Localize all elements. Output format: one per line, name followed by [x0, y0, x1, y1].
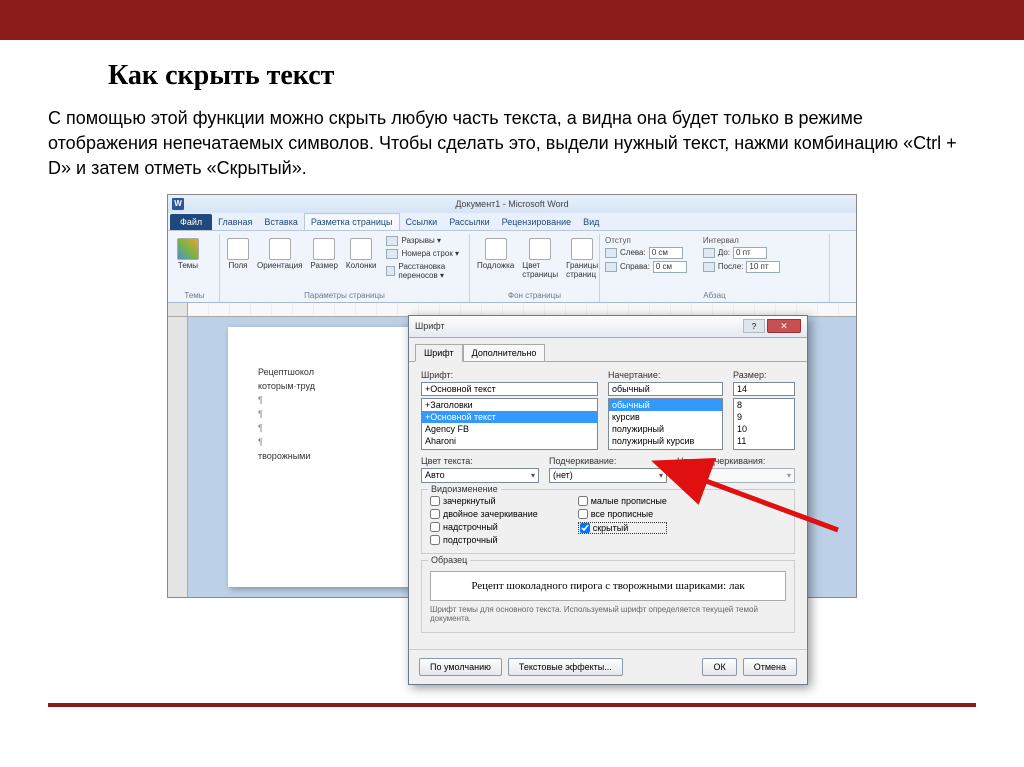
hidden-checkbox[interactable]: скрытый	[578, 522, 667, 534]
subscript-checkbox[interactable]: подстрочный	[430, 535, 538, 545]
orientation-button[interactable]: Ориентация	[255, 236, 304, 272]
size-button[interactable]: Размер	[308, 236, 340, 272]
font-color-label: Цвет текста:	[421, 456, 539, 466]
font-listbox[interactable]: +Заголовки +Основной текст Agency FB Aha…	[421, 398, 598, 450]
all-caps-checkbox[interactable]: все прописные	[578, 509, 667, 519]
ribbon-body: Темы Темы Поля Ориентация Размер Колонки…	[168, 231, 856, 303]
preview-box: Рецепт шоколадного пирога с творожными ш…	[430, 571, 786, 601]
tab-insert[interactable]: Вставка	[258, 214, 303, 230]
page-setup-group-label: Параметры страницы	[225, 289, 464, 300]
effects-legend: Видоизменение	[428, 484, 501, 494]
font-color-dropdown[interactable]: Авто	[421, 468, 539, 483]
spacing-label: Интервал	[703, 236, 781, 245]
spacing-after-icon	[703, 262, 715, 272]
word-window-title: Документ1 - Microsoft Word	[455, 199, 568, 209]
margins-button[interactable]: Поля	[225, 236, 251, 272]
tab-references[interactable]: Ссылки	[400, 214, 444, 230]
dialog-help-button[interactable]: ?	[743, 319, 765, 333]
dialog-tab-font[interactable]: Шрифт	[415, 344, 463, 362]
line-numbers-button[interactable]: Номера строк ▾	[386, 249, 464, 259]
small-caps-checkbox[interactable]: малые прописные	[578, 496, 667, 506]
font-input[interactable]: +Основной текст	[421, 382, 598, 396]
columns-button[interactable]: Колонки	[344, 236, 379, 272]
page-bg-group-label: Фон страницы	[475, 289, 594, 300]
size-listbox[interactable]: 8 9 10 11 12 14	[733, 398, 795, 450]
text-effects-button[interactable]: Текстовые эффекты...	[508, 658, 623, 676]
margins-icon	[227, 238, 249, 260]
size-icon	[313, 238, 335, 260]
breaks-icon	[386, 236, 398, 246]
dialog-titlebar[interactable]: Шрифт ? ✕	[409, 316, 807, 338]
spacing-before-icon	[703, 248, 715, 258]
paragraph-group-label: Абзац	[605, 289, 824, 300]
page-color-icon	[529, 238, 551, 260]
slide-top-bar	[0, 0, 1024, 40]
size-input[interactable]: 14	[733, 382, 795, 396]
indent-label: Отступ	[605, 236, 687, 245]
font-dialog: Шрифт ? ✕ Шрифт Дополнительно Шрифт: +Ос…	[408, 315, 808, 685]
page-color-button[interactable]: Цвет страницы	[520, 236, 560, 281]
word-screenshot: W Документ1 - Microsoft Word Файл Главна…	[167, 194, 857, 598]
ok-button[interactable]: ОК	[702, 658, 736, 676]
dialog-title-text: Шрифт	[415, 321, 445, 331]
indent-left-icon	[605, 248, 617, 258]
double-strike-checkbox[interactable]: двойное зачеркивание	[430, 509, 538, 519]
tab-file[interactable]: Файл	[170, 214, 212, 230]
themes-group-label: Темы	[175, 289, 214, 300]
size-label: Размер:	[733, 370, 795, 380]
indent-left-input[interactable]: 0 см	[649, 247, 683, 259]
set-default-button[interactable]: По умолчанию	[419, 658, 502, 676]
line-numbers-icon	[386, 249, 398, 259]
underline-label: Подчеркивание:	[549, 456, 667, 466]
indent-right-icon	[605, 262, 617, 272]
word-titlebar: W Документ1 - Microsoft Word	[168, 195, 856, 213]
spacing-after-input[interactable]: 10 пт	[746, 261, 780, 273]
hyphenation-icon	[386, 266, 395, 276]
orientation-icon	[269, 238, 291, 260]
strike-checkbox[interactable]: зачеркнутый	[430, 496, 538, 506]
style-input[interactable]: обычный	[608, 382, 723, 396]
ribbon-tabs: Файл Главная Вставка Разметка страницы С…	[168, 213, 856, 231]
slide-bottom-bar	[48, 703, 976, 707]
slide-title: Как скрыть текст	[48, 60, 976, 92]
tab-home[interactable]: Главная	[212, 214, 258, 230]
preview-legend: Образец	[428, 555, 470, 565]
watermark-icon	[485, 238, 507, 260]
themes-icon	[177, 238, 199, 260]
breaks-button[interactable]: Разрывы ▾	[386, 236, 464, 246]
tab-page-layout[interactable]: Разметка страницы	[304, 213, 400, 230]
underline-color-dropdown[interactable]: Авто	[677, 468, 795, 483]
cancel-button[interactable]: Отмена	[743, 658, 797, 676]
preview-note: Шрифт темы для основного текста. Использ…	[430, 605, 786, 624]
ruler-vertical	[168, 317, 188, 597]
indent-right-input[interactable]: 0 см	[653, 261, 687, 273]
page-borders-icon	[571, 238, 593, 260]
themes-button[interactable]: Темы	[175, 236, 201, 272]
tab-review[interactable]: Рецензирование	[496, 214, 578, 230]
superscript-checkbox[interactable]: надстрочный	[430, 522, 538, 532]
dialog-tab-advanced[interactable]: Дополнительно	[463, 344, 546, 362]
underline-dropdown[interactable]: (нет)	[549, 468, 667, 483]
dialog-close-button[interactable]: ✕	[767, 319, 801, 333]
word-app-icon: W	[172, 198, 184, 210]
page-borders-button[interactable]: Границы страниц	[564, 236, 600, 281]
watermark-button[interactable]: Подложка	[475, 236, 516, 272]
style-label: Начертание:	[608, 370, 723, 380]
columns-icon	[350, 238, 372, 260]
style-listbox[interactable]: обычный курсив полужирный полужирный кур…	[608, 398, 723, 450]
tab-mailings[interactable]: Рассылки	[443, 214, 495, 230]
font-label: Шрифт:	[421, 370, 598, 380]
tab-view[interactable]: Вид	[577, 214, 605, 230]
underline-color-label: Цвет подчеркивания:	[677, 456, 795, 466]
spacing-before-input[interactable]: 0 пт	[733, 247, 767, 259]
hyphenation-button[interactable]: Расстановка переносов ▾	[386, 262, 464, 280]
slide-description: С помощью этой функции можно скрыть любу…	[48, 106, 976, 182]
